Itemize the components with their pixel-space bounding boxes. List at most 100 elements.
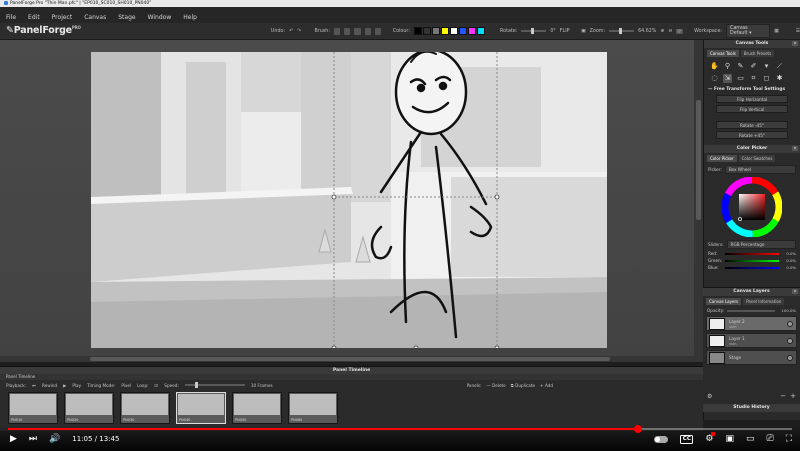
- tab-panel-information[interactable]: Panel Information: [743, 298, 785, 305]
- zoom-slider[interactable]: [609, 28, 635, 34]
- studio-history-header[interactable]: Studio History: [703, 404, 800, 412]
- colour-swatch[interactable]: [440, 27, 449, 35]
- layer-visibility-icon[interactable]: [787, 337, 793, 344]
- green-slider[interactable]: [725, 259, 779, 262]
- panel-close-icon[interactable]: ×: [792, 289, 798, 294]
- colour-swatch[interactable]: [458, 27, 467, 35]
- zoom-icon[interactable]: ⚲: [723, 62, 732, 71]
- brush-size-2-icon[interactable]: [344, 27, 351, 35]
- menu-hamburger-icon[interactable]: ☰: [796, 29, 800, 34]
- eyedropper-icon[interactable]: ⟋: [775, 62, 784, 71]
- theater-mode-icon[interactable]: ▭: [746, 434, 755, 444]
- cast-icon[interactable]: ⎚: [766, 434, 773, 444]
- fullscreen-icon[interactable]: ⛶: [786, 434, 792, 444]
- layer-visibility-icon[interactable]: [787, 354, 793, 361]
- blue-slider[interactable]: [725, 266, 779, 269]
- camera-icon[interactable]: ▦: [774, 29, 779, 34]
- brush-size-1-icon[interactable]: [333, 27, 341, 35]
- menu-edit[interactable]: Edit: [28, 14, 40, 21]
- panel-close-icon[interactable]: ×: [792, 146, 798, 151]
- colour-swatch[interactable]: [413, 27, 422, 35]
- target-icon[interactable]: ◎: [676, 28, 683, 34]
- tab-color-picker[interactable]: Color Picker: [707, 155, 737, 162]
- undo-icon[interactable]: ↶: [289, 29, 293, 34]
- rect-select-icon[interactable]: ▭: [736, 74, 745, 83]
- sliders-dropdown[interactable]: RGB Percentage: [726, 240, 796, 249]
- delete-panel-button[interactable]: — Delete: [486, 383, 505, 388]
- menu-project[interactable]: Project: [52, 14, 73, 21]
- bucket-icon[interactable]: ▾: [762, 62, 771, 71]
- tab-canvas-layers[interactable]: Canvas Layers: [706, 298, 742, 305]
- rewind-label[interactable]: Rewind: [42, 383, 57, 388]
- zoom-out-icon[interactable]: ⊖: [668, 29, 672, 34]
- layer-remove-icon[interactable]: −: [780, 392, 786, 400]
- rotate-slider[interactable]: [521, 28, 547, 34]
- color-wheel[interactable]: [722, 177, 782, 237]
- menu-stage[interactable]: Stage: [118, 14, 135, 21]
- timeline-frame[interactable]: PN050: [232, 392, 282, 424]
- canvas-horizontal-scrollbar[interactable]: [0, 356, 694, 362]
- zoom-in-icon[interactable]: ⊕: [660, 29, 664, 34]
- flip-vertical-button[interactable]: Flip Vertical: [716, 105, 788, 113]
- colour-swatch[interactable]: [431, 27, 440, 35]
- play-icon[interactable]: ▶: [10, 434, 17, 444]
- captions-icon[interactable]: CC: [680, 434, 694, 444]
- rotate-minus-45-button[interactable]: Rotate -45°: [716, 121, 788, 129]
- add-panel-button[interactable]: + Add: [540, 383, 553, 388]
- transform-icon[interactable]: ⇲: [723, 74, 732, 83]
- brush-size-4-icon[interactable]: [364, 27, 371, 35]
- brush-icon[interactable]: ✐: [749, 62, 758, 71]
- colour-swatch[interactable]: [467, 27, 476, 35]
- brush-size-5-icon[interactable]: [374, 27, 382, 35]
- layer-item[interactable]: Layer 2 vuln: [706, 316, 797, 331]
- video-progress-bar[interactable]: [8, 425, 792, 433]
- timeline-frame[interactable]: PN020: [64, 392, 114, 424]
- next-icon[interactable]: ⏭: [29, 434, 37, 444]
- layer-visibility-icon[interactable]: [787, 320, 793, 327]
- crop-icon[interactable]: ⌗: [749, 74, 758, 83]
- autoplay-toggle[interactable]: [654, 435, 669, 443]
- colour-swatch[interactable]: [449, 27, 458, 35]
- speech-bubble-icon[interactable]: ◻: [762, 74, 771, 83]
- tab-brush-presets[interactable]: Brush Presets: [740, 50, 775, 57]
- red-value[interactable]: 0.0%: [782, 251, 796, 256]
- timeline-frame[interactable]: PN060: [288, 392, 338, 424]
- play-icon[interactable]: ▶: [63, 383, 66, 388]
- opacity-slider[interactable]: [727, 309, 775, 312]
- settings-gear-icon[interactable]: ⚙: [705, 432, 716, 444]
- layer-settings-icon[interactable]: ⚙: [707, 393, 712, 400]
- menu-window[interactable]: Window: [148, 14, 172, 21]
- menu-help[interactable]: Help: [183, 14, 197, 21]
- blue-value[interactable]: 0.0%: [782, 265, 796, 270]
- panel-close-icon[interactable]: ×: [792, 41, 798, 46]
- timeline-frame[interactable]: PN010: [8, 392, 58, 424]
- timeline-frame-selected[interactable]: PN040: [176, 392, 226, 424]
- rotate-plus-45-button[interactable]: Rotate +45°: [716, 131, 788, 139]
- vscroll-thumb[interactable]: [696, 100, 701, 220]
- canvas-artboard[interactable]: [91, 52, 607, 348]
- picker-dropdown[interactable]: Box Wheel: [724, 165, 796, 174]
- redo-icon[interactable]: ↷: [297, 29, 301, 34]
- brush-size-3-icon[interactable]: [354, 27, 361, 35]
- red-slider[interactable]: [725, 252, 779, 255]
- lasso-icon[interactable]: ◌: [710, 74, 719, 83]
- loop-checkbox[interactable]: ☑: [155, 383, 159, 388]
- menu-canvas[interactable]: Canvas: [84, 14, 106, 21]
- zoom-fit-icon[interactable]: ▣: [581, 29, 586, 34]
- menu-file[interactable]: File: [6, 14, 16, 21]
- layer-add-icon[interactable]: +: [790, 392, 796, 400]
- timeline-frame[interactable]: PN030: [120, 392, 170, 424]
- flip-label[interactable]: FLIP: [560, 29, 570, 34]
- layer-item[interactable]: Layer 1 vuln: [706, 333, 797, 348]
- star-icon[interactable]: ✱: [775, 74, 784, 83]
- green-value[interactable]: 0.0%: [782, 258, 796, 263]
- tab-canvas-tools[interactable]: Canvas Tools: [707, 50, 739, 57]
- miniplayer-icon[interactable]: ▣: [725, 434, 734, 444]
- canvas-vertical-scrollbar[interactable]: [694, 40, 703, 362]
- rewind-icon[interactable]: ⏮: [32, 383, 36, 388]
- opacity-value[interactable]: 100.0%: [778, 308, 796, 313]
- hscroll-thumb[interactable]: [90, 357, 610, 361]
- volume-icon[interactable]: 🔊: [49, 434, 60, 444]
- speed-slider[interactable]: [184, 382, 245, 388]
- flip-horizontal-button[interactable]: Flip Horizontal: [716, 95, 788, 103]
